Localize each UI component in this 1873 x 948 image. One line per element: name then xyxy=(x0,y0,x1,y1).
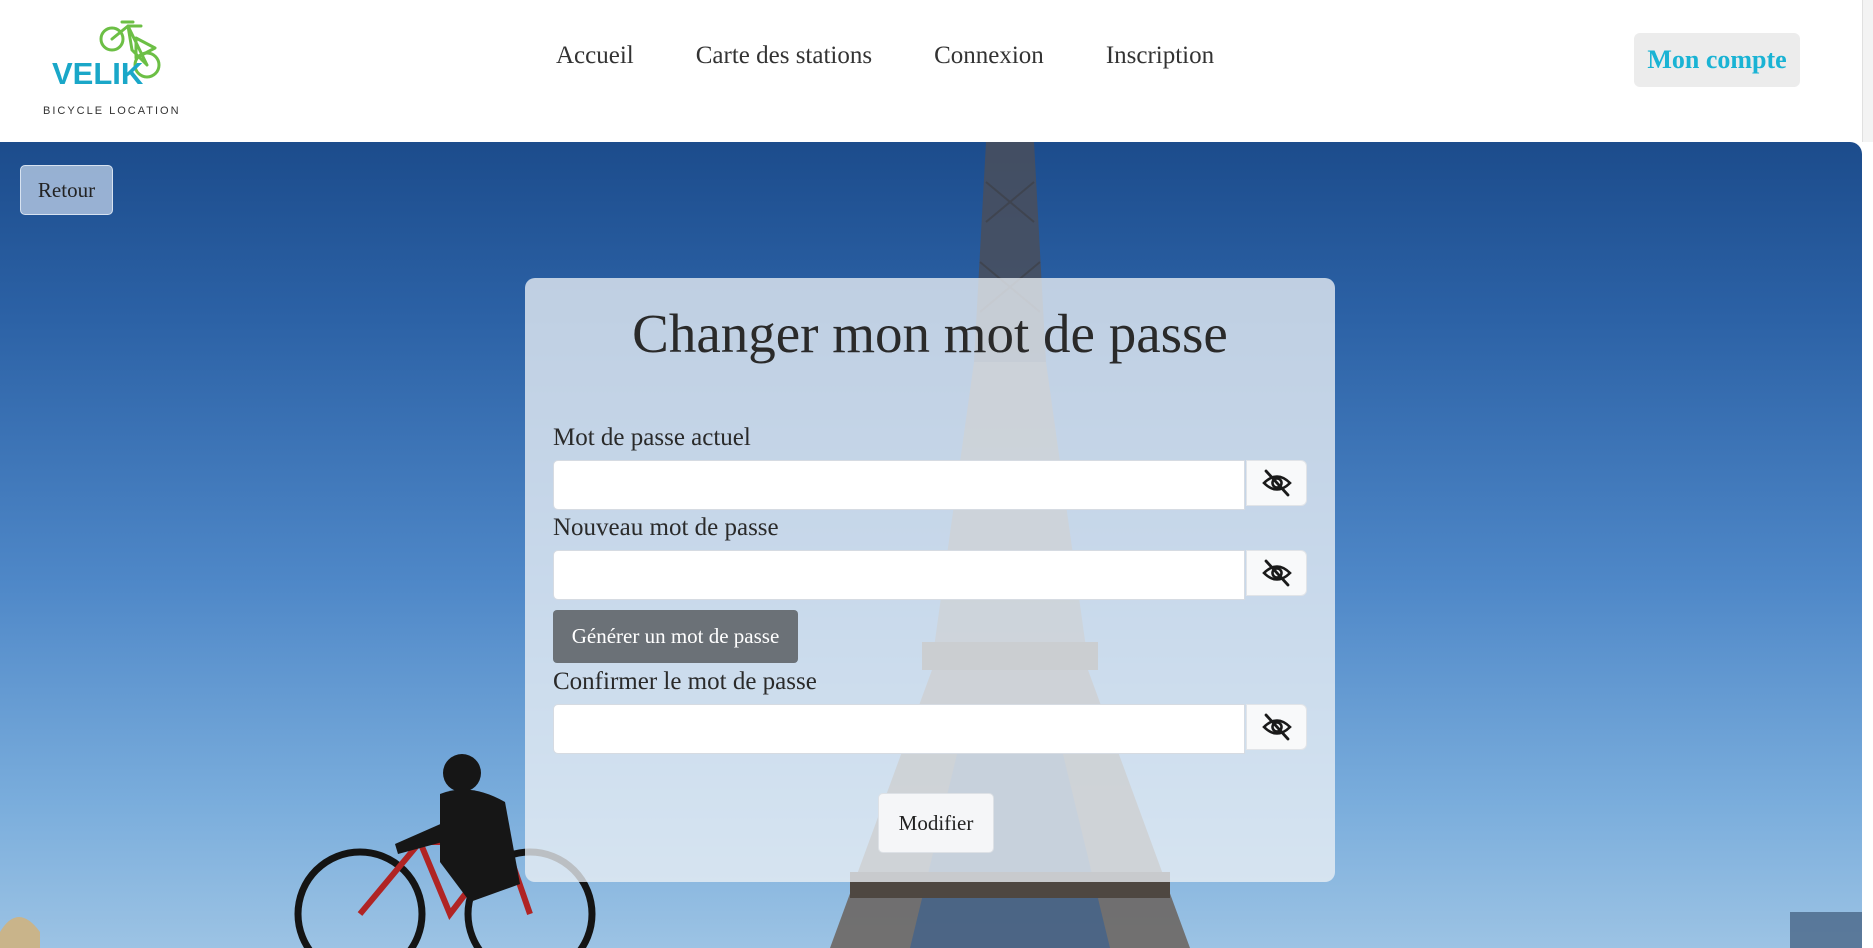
nav-link-connexion[interactable]: Connexion xyxy=(934,42,1044,70)
scrollbar[interactable] xyxy=(1862,0,1873,142)
nav-link-accueil[interactable]: Accueil xyxy=(556,42,634,70)
new-password-label: Nouveau mot de passe xyxy=(553,514,779,541)
main-nav: Accueil Carte des stations Connexion Ins… xyxy=(556,42,1214,70)
eye-slash-icon xyxy=(1261,469,1292,497)
submit-button[interactable]: Modifier xyxy=(878,793,994,853)
top-navbar: VELIK BICYCLE LOCATION Accueil Carte des… xyxy=(0,0,1862,142)
change-password-card: Changer mon mot de passe Mot de passe ac… xyxy=(525,278,1335,882)
my-account-button[interactable]: Mon compte xyxy=(1634,33,1800,87)
brand-name: VELIK xyxy=(52,56,144,91)
toggle-new-password-button[interactable] xyxy=(1246,550,1307,596)
page-title: Changer mon mot de passe xyxy=(632,303,1228,364)
nav-link-inscription[interactable]: Inscription xyxy=(1106,42,1214,70)
brand-logo[interactable]: VELIK BICYCLE LOCATION xyxy=(40,20,185,117)
current-password-label: Mot de passe actuel xyxy=(553,424,751,451)
back-button[interactable]: Retour xyxy=(20,165,113,215)
toggle-confirm-password-button[interactable] xyxy=(1246,704,1307,750)
eye-slash-icon xyxy=(1261,713,1292,741)
confirm-password-label: Confirmer le mot de passe xyxy=(553,668,817,695)
toggle-current-password-button[interactable] xyxy=(1246,460,1307,506)
new-password-input[interactable] xyxy=(553,550,1245,600)
confirm-password-input[interactable] xyxy=(553,704,1245,754)
scrollbar-track[interactable] xyxy=(1862,142,1873,948)
nav-link-carte-des-stations[interactable]: Carte des stations xyxy=(696,42,872,70)
brand-tagline: BICYCLE LOCATION xyxy=(43,105,181,117)
eye-slash-icon xyxy=(1261,559,1292,587)
generate-password-button[interactable]: Générer un mot de passe xyxy=(553,610,798,663)
current-password-input[interactable] xyxy=(553,460,1245,510)
